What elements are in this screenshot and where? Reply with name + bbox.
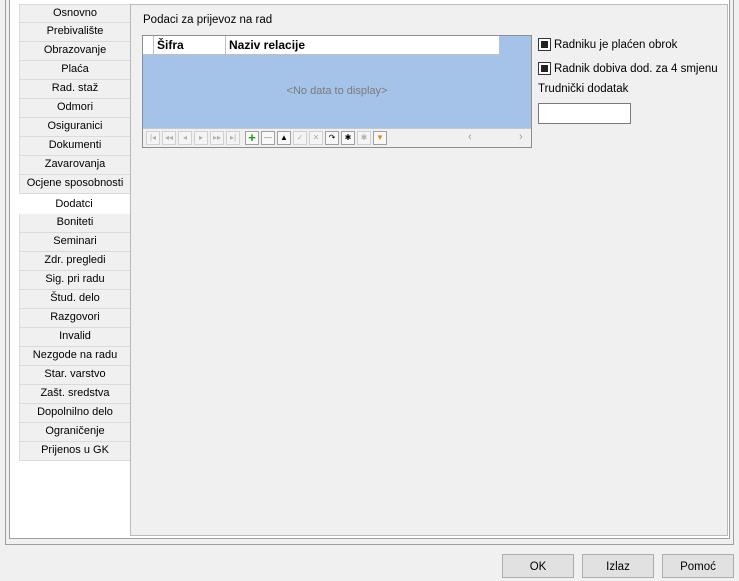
- tab-zavarovanja[interactable]: Zavarovanja: [19, 156, 131, 175]
- tab-placa[interactable]: Plaća: [19, 61, 131, 80]
- no-data-text: <No data to display>: [286, 85, 388, 97]
- grid-header-filler: [500, 36, 531, 55]
- trudnicki-dodatak-label: Trudnički dodatak: [538, 83, 629, 95]
- tab-seminari[interactable]: Seminari: [19, 233, 131, 252]
- tab-boniteti[interactable]: Boniteti: [19, 214, 131, 233]
- checkbox-placen-obrok-box[interactable]: [538, 38, 551, 51]
- scroll-left-arrow-icon[interactable]: ‹: [468, 131, 472, 143]
- tab-osiguranici[interactable]: Osiguranici: [19, 118, 131, 137]
- checkbox-4-smjenu[interactable]: Radnik dobiva dod. za 4 smjenu: [538, 62, 718, 75]
- tab-obrazovanje[interactable]: Obrazovanje: [19, 42, 131, 61]
- first-record-icon[interactable]: |◂: [146, 131, 160, 145]
- delete-minus-icon[interactable]: —: [261, 131, 275, 145]
- tab-ogranicenje[interactable]: Ograničenje: [19, 423, 131, 442]
- filter-icon[interactable]: ▼: [373, 131, 387, 145]
- tab-container: Osnovno Prebivalište Obrazovanje Plaća R…: [9, 0, 730, 539]
- dialog-frame: Osnovno Prebivalište Obrazovanje Plaća R…: [5, 0, 734, 545]
- tab-zdr-pregledi[interactable]: Zdr. pregledi: [19, 252, 131, 271]
- checkbox-4-smjenu-box[interactable]: [538, 62, 551, 75]
- tab-dodatci[interactable]: Dodatci: [17, 194, 131, 214]
- column-header-sifra[interactable]: Šifra: [154, 36, 226, 55]
- tab-prijenos-u-gk[interactable]: Prijenos u GK: [19, 442, 131, 461]
- next-record-icon[interactable]: ▸: [194, 131, 208, 145]
- tab-osnovno[interactable]: Osnovno: [19, 4, 131, 23]
- tab-stud-delo[interactable]: Štud. delo: [19, 290, 131, 309]
- izlaz-button[interactable]: Izlaz: [582, 554, 654, 578]
- column-header-naziv-relacije[interactable]: Naziv relacije: [226, 36, 500, 55]
- prev-page-icon[interactable]: ◂◂: [162, 131, 176, 145]
- pomoc-button[interactable]: Pomoć: [662, 554, 734, 578]
- tab-nezgode-na-radu[interactable]: Nezgode na radu: [19, 347, 131, 366]
- tab-dokumenti[interactable]: Dokumenti: [19, 137, 131, 156]
- save-bookmark-icon[interactable]: ✱: [341, 131, 355, 145]
- tab-zast-sredstva[interactable]: Zašt. sredstva: [19, 385, 131, 404]
- ok-button[interactable]: OK: [502, 554, 574, 578]
- grid-header: Šifra Naziv relacije: [143, 36, 531, 55]
- cancel-x-icon[interactable]: ✕: [309, 131, 323, 145]
- checkbox-4-smjenu-label: Radnik dobiva dod. za 4 smjenu: [554, 62, 718, 75]
- tab-sig-pri-radu[interactable]: Sig. pri radu: [19, 271, 131, 290]
- tab-ocjene-sposobnosti[interactable]: Ocjene sposobnosti: [19, 175, 131, 194]
- transport-grid[interactable]: Šifra Naziv relacije <No data to display…: [142, 35, 532, 148]
- next-page-icon[interactable]: ▸▸: [210, 131, 224, 145]
- edit-up-icon[interactable]: ▲: [277, 131, 291, 145]
- scroll-right-arrow-icon[interactable]: ›: [519, 131, 523, 143]
- tab-star-varstvo[interactable]: Star. varstvo: [19, 366, 131, 385]
- last-record-icon[interactable]: ▸|: [226, 131, 240, 145]
- checkbox-placen-obrok-label: Radniku je plaćen obrok: [554, 38, 678, 51]
- tab-odmori[interactable]: Odmori: [19, 99, 131, 118]
- checkbox-placen-obrok[interactable]: Radniku je plaćen obrok: [538, 38, 677, 51]
- tab-dopolnilno-delo[interactable]: Dopolnilno delo: [19, 404, 131, 423]
- refresh-icon[interactable]: ↷: [325, 131, 339, 145]
- trudnicki-dodatak-input[interactable]: [538, 103, 631, 124]
- tab-prebivaliste[interactable]: Prebivalište: [19, 23, 131, 42]
- vertical-tab-list: Osnovno Prebivalište Obrazovanje Plaća R…: [17, 4, 131, 461]
- tab-invalid[interactable]: Invalid: [19, 328, 131, 347]
- grid-navigator: |◂ ◂◂ ◂ ▸ ▸▸ ▸| + — ▲ ✓ ✕ ↷ ✱ ✱ ▼ ‹ ›: [143, 128, 531, 147]
- row-indicator-header: [143, 36, 154, 55]
- tab-page-dodatci: Podaci za prijevoz na rad Šifra Naziv re…: [130, 4, 728, 536]
- goto-bookmark-icon[interactable]: ✱: [357, 131, 371, 145]
- tab-razgovori[interactable]: Razgovori: [19, 309, 131, 328]
- grid-body[interactable]: <No data to display>: [143, 55, 531, 128]
- post-check-icon[interactable]: ✓: [293, 131, 307, 145]
- tab-rad-staz[interactable]: Rad. staž: [19, 80, 131, 99]
- section-title: Podaci za prijevoz na rad: [143, 14, 273, 26]
- prev-record-icon[interactable]: ◂: [178, 131, 192, 145]
- insert-plus-icon[interactable]: +: [245, 131, 259, 145]
